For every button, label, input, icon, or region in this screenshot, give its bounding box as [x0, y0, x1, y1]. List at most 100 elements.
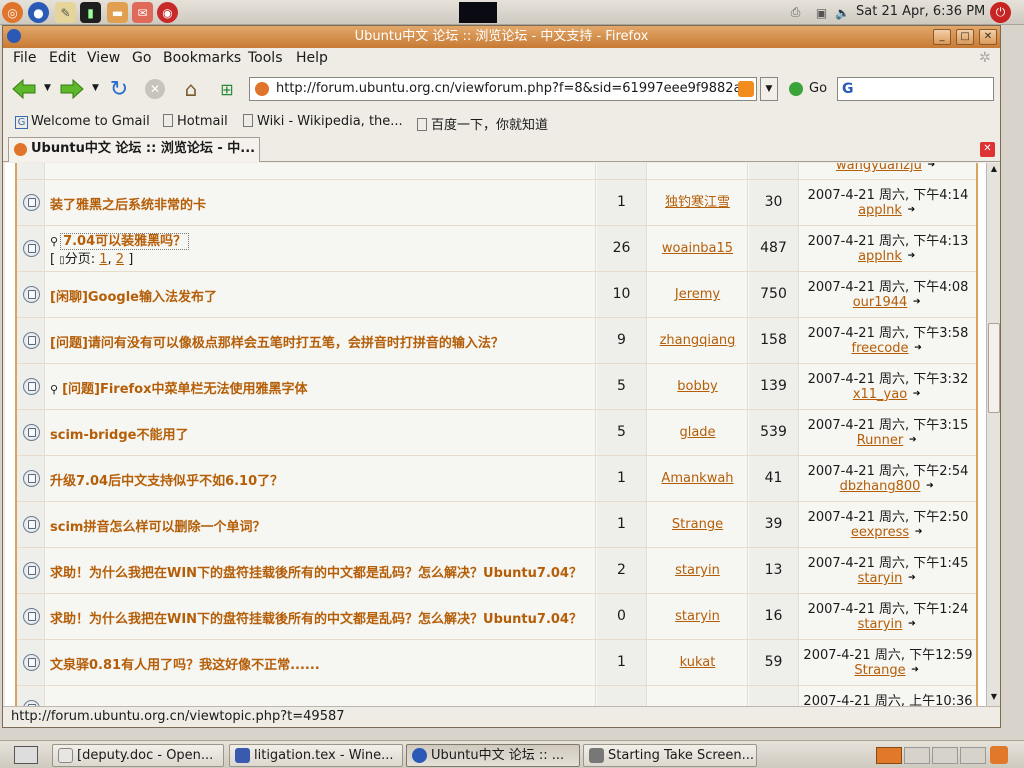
last-poster-link[interactable]: Strange — [854, 663, 905, 678]
last-poster-link[interactable]: staryin — [858, 617, 903, 632]
printer-icon[interactable]: ⎙ — [785, 2, 806, 23]
author-link[interactable]: Amankwah — [661, 471, 733, 486]
goto-last-post-icon[interactable]: ➔ — [923, 482, 936, 491]
topic-title-link[interactable]: scim-bridge不能用了 — [50, 428, 188, 443]
topic-title-link[interactable]: 求助！为什么我把在WIN下的盘符挂载後所有的中文都是乱码？怎么解决？Ubuntu… — [50, 612, 582, 627]
last-poster-link[interactable]: wangyuanzju — [836, 163, 922, 173]
goto-last-post-icon[interactable]: ➔ — [912, 528, 925, 537]
topic-title-link[interactable]: 装了雅黑之后系统非常的卡 — [50, 198, 206, 213]
menu-tools[interactable]: Tools — [248, 50, 283, 66]
author-link[interactable]: Jeremy — [675, 287, 720, 302]
goto-last-post-icon[interactable]: ➔ — [905, 206, 918, 215]
last-poster-link[interactable]: Runner — [857, 433, 904, 448]
bookmark-gmail[interactable]: G Welcome to Gmail — [15, 114, 150, 129]
author-link[interactable]: staryin — [675, 563, 720, 578]
topic-title-link[interactable]: scim拼音怎么样可以删除一个单词？ — [50, 520, 265, 535]
volume-icon[interactable]: 🔈 — [832, 2, 853, 23]
goto-last-post-icon[interactable]: ➔ — [925, 163, 938, 170]
network-icon[interactable]: ▣ — [811, 2, 832, 23]
workspace-1[interactable] — [876, 747, 902, 764]
task-screenshot[interactable]: Starting Take Screen... — [583, 744, 757, 767]
topic-title-link[interactable]: 升级7.04后中文支持似乎不如6.10了？ — [50, 474, 283, 489]
tab-ubuntu-forum[interactable]: Ubuntu中文 论坛 :: 浏览论坛 - 中... — [8, 137, 260, 162]
topic-title-link[interactable]: [问题]请问有没有可以像极点那样会五笔时打五笔，会拼音时打拼音的输入法？ — [50, 336, 504, 351]
topic-title-link[interactable]: [闲聊]Google输入法发布了 — [50, 290, 217, 305]
last-poster-link[interactable]: applnk — [858, 249, 902, 264]
back-dropdown-icon[interactable]: ▼ — [44, 83, 51, 93]
minimize-button[interactable]: _ — [933, 29, 951, 45]
goto-last-post-icon[interactable]: ➔ — [906, 436, 919, 445]
forward-button[interactable] — [57, 74, 87, 104]
last-poster-link[interactable]: x11_yao — [853, 387, 907, 402]
goto-last-post-icon[interactable]: ➔ — [909, 666, 922, 675]
topic-title-link[interactable]: [问题]Firefox中菜单栏无法使用雅黑字体 — [62, 382, 307, 397]
task-openoffice[interactable]: [deputy.doc - Open... — [52, 744, 224, 767]
goto-last-post-icon[interactable]: ➔ — [911, 344, 924, 353]
home-button[interactable]: ⌂ — [176, 74, 206, 104]
search-input[interactable]: G — [837, 77, 994, 101]
url-history-dropdown-icon[interactable]: ▼ — [760, 77, 778, 101]
author-link[interactable]: kukat — [680, 655, 716, 670]
author-link[interactable]: woainba15 — [662, 241, 733, 256]
menu-edit[interactable]: Edit — [49, 50, 76, 66]
goto-last-post-icon[interactable]: ➔ — [905, 252, 918, 261]
menu-file[interactable]: File — [13, 50, 36, 66]
close-button[interactable]: ✕ — [979, 29, 997, 45]
scroll-up-icon[interactable]: ▲ — [988, 164, 1000, 176]
show-desktop-icon[interactable] — [14, 746, 38, 764]
stop-button[interactable]: ✕ — [140, 74, 170, 104]
rss-feed-icon[interactable] — [738, 81, 754, 97]
goto-last-post-icon[interactable]: ➔ — [910, 298, 923, 307]
topic-title-link[interactable]: 文泉驿0.81有人用了吗？我这好像不正常...... — [50, 658, 320, 673]
bookmark-hotmail[interactable]: Hotmail — [163, 114, 228, 129]
go-button[interactable]: Go — [809, 81, 827, 96]
workspace-4[interactable] — [960, 747, 986, 764]
page-link-2[interactable]: 2 — [116, 252, 124, 267]
goto-last-post-icon[interactable]: ➔ — [905, 620, 918, 629]
workspace-2[interactable] — [904, 747, 930, 764]
last-poster-link[interactable]: staryin — [858, 571, 903, 586]
close-tab-icon[interactable]: ✕ — [980, 142, 995, 157]
menu-bookmarks[interactable]: Bookmarks — [163, 50, 241, 66]
author-link[interactable]: 独钓寒江雪 — [665, 195, 730, 210]
last-poster-link[interactable]: eexpress — [851, 525, 909, 540]
author-link[interactable]: bobby — [677, 379, 717, 394]
forward-dropdown-icon[interactable]: ▼ — [92, 83, 99, 93]
terminal-launcher-icon[interactable]: ▮ — [80, 2, 101, 23]
trash-icon[interactable] — [990, 746, 1008, 764]
app-launcher-icon[interactable]: ◉ — [157, 2, 178, 23]
author-link[interactable]: Strange — [672, 517, 723, 532]
goto-last-post-icon[interactable]: ➔ — [905, 574, 918, 583]
folder-launcher-icon[interactable]: ▬ — [107, 2, 128, 23]
maximize-button[interactable]: □ — [956, 29, 974, 45]
bookmark-baidu[interactable]: 百度一下，你就知道 — [417, 114, 548, 133]
task-wine[interactable]: litigation.tex - Wine... — [229, 744, 403, 767]
window-titlebar[interactable]: Ubuntu中文 论坛 :: 浏览论坛 - 中文支持 - Firefox _ □… — [3, 26, 1000, 48]
last-poster-link[interactable]: our1944 — [853, 295, 908, 310]
mail-launcher-icon[interactable]: ✉ — [132, 2, 153, 23]
author-link[interactable]: zhangqiang — [660, 333, 736, 348]
bookmark-wikipedia[interactable]: Wiki - Wikipedia, the... — [243, 114, 403, 129]
vertical-scrollbar[interactable]: ▲ ▼ — [986, 163, 1000, 706]
task-firefox[interactable]: Ubuntu中文 论坛 :: ... — [406, 744, 580, 767]
author-link[interactable]: staryin — [675, 609, 720, 624]
menu-help[interactable]: Help — [296, 50, 328, 66]
menu-view[interactable]: View — [87, 50, 120, 66]
new-tab-button[interactable]: ⊞ — [212, 74, 242, 104]
google-search-icon[interactable]: G — [842, 81, 854, 97]
last-poster-link[interactable]: applnk — [858, 203, 902, 218]
page-link-1[interactable]: 1 — [99, 252, 107, 267]
workspace-3[interactable] — [932, 747, 958, 764]
shutdown-icon[interactable]: ⏻ — [990, 2, 1011, 23]
author-link[interactable]: glade — [679, 425, 715, 440]
menu-go[interactable]: Go — [132, 50, 151, 66]
firefox-launcher-icon[interactable]: ● — [28, 2, 49, 23]
editor-launcher-icon[interactable]: ✎ — [55, 2, 76, 23]
last-poster-link[interactable]: freecode — [852, 341, 909, 356]
url-bar[interactable]: http://forum.ubuntu.org.cn/viewforum.php… — [249, 77, 757, 101]
back-button[interactable] — [9, 74, 39, 104]
clock[interactable]: Sat 21 Apr, 6:36 PM — [856, 4, 985, 19]
scrollbar-thumb[interactable] — [988, 323, 1000, 413]
go-icon[interactable] — [789, 82, 803, 96]
scroll-down-icon[interactable]: ▼ — [988, 692, 1000, 704]
